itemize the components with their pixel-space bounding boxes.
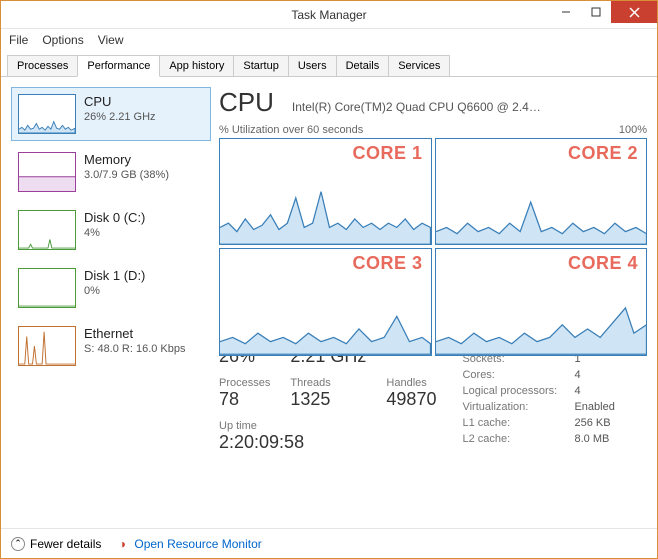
sidebar-ethernet-sub: S: 48.0 R: 16.0 Kbps (84, 343, 186, 355)
core-3-label: CORE 3 (352, 253, 422, 274)
uptime-label: Up time (219, 420, 436, 432)
sidebar-memory-sub: 3.0/7.9 GB (38%) (84, 169, 169, 181)
l2-lbl: L2 cache: (462, 432, 572, 446)
chart-label-left: % Utilization over 60 seconds (219, 124, 363, 136)
main-header: CPU Intel(R) Core(TM)2 Quad CPU Q6600 @ … (219, 87, 647, 118)
tab-users[interactable]: Users (288, 55, 337, 76)
l1-val: 256 KB (574, 416, 626, 430)
cpu-thumb-icon (18, 94, 76, 134)
sidebar-cpu-name: CPU (84, 94, 156, 109)
core-4-chart[interactable]: CORE 4 (435, 248, 648, 355)
window-controls (551, 1, 657, 23)
l1-lbl: L1 cache: (462, 416, 572, 430)
chart-label: % Utilization over 60 seconds 100% (219, 124, 647, 136)
menu-view[interactable]: View (98, 33, 124, 47)
tab-processes[interactable]: Processes (7, 55, 78, 76)
virt-lbl: Virtualization: (462, 400, 572, 414)
hnd-value: 49870 (386, 389, 436, 410)
sidebar-item-ethernet[interactable]: Ethernet S: 48.0 R: 16.0 Kbps (11, 319, 211, 373)
chevron-up-icon: ⌃ (11, 537, 25, 551)
hnd-label: Handles (386, 377, 436, 389)
sidebar-ethernet-name: Ethernet (84, 326, 186, 341)
sidebar: CPU 26% 2.21 GHz Memory 3.0/7.9 GB (38%) (11, 87, 211, 524)
tab-services[interactable]: Services (388, 55, 450, 76)
memory-thumb-icon (18, 152, 76, 192)
tab-performance[interactable]: Performance (77, 55, 160, 77)
thr-label: Threads (290, 377, 366, 389)
body: CPU 26% 2.21 GHz Memory 3.0/7.9 GB (38%) (1, 77, 657, 528)
core-2-chart[interactable]: CORE 2 (435, 138, 648, 245)
tabs: Processes Performance App history Startu… (1, 51, 657, 77)
virt-val: Enabled (574, 400, 626, 414)
cores-lbl: Cores: (462, 368, 572, 382)
sidebar-item-memory[interactable]: Memory 3.0/7.9 GB (38%) (11, 145, 211, 199)
core-2-label: CORE 2 (568, 143, 638, 164)
footer: ⌃ Fewer details ◑ Open Resource Monitor (1, 528, 657, 558)
core-charts: CORE 1 CORE 2 CORE 3 CORE 4 (219, 138, 647, 320)
tab-startup[interactable]: Startup (233, 55, 288, 76)
sidebar-item-disk1[interactable]: Disk 1 (D:) 0% (11, 261, 211, 315)
uptime-value: 2:20:09:58 (219, 432, 436, 453)
main-title: CPU (219, 87, 274, 118)
minimize-button[interactable] (551, 1, 581, 23)
sidebar-disk0-sub: 4% (84, 227, 145, 239)
resource-monitor-label: Open Resource Monitor (134, 537, 261, 551)
sidebar-item-cpu[interactable]: CPU 26% 2.21 GHz (11, 87, 211, 141)
lps-val: 4 (574, 384, 626, 398)
sidebar-disk1-name: Disk 1 (D:) (84, 268, 145, 283)
lps-lbl: Logical processors: (462, 384, 572, 398)
menu-file[interactable]: File (9, 33, 28, 47)
tab-details[interactable]: Details (336, 55, 390, 76)
sidebar-item-disk0[interactable]: Disk 0 (C:) 4% (11, 203, 211, 257)
proc-label: Processes (219, 377, 270, 389)
thr-value: 1325 (290, 389, 366, 410)
task-manager-window: Task Manager File Options View Processes… (0, 0, 658, 559)
titlebar[interactable]: Task Manager (1, 1, 657, 29)
cores-val: 4 (574, 368, 626, 382)
disk0-thumb-icon (18, 210, 76, 250)
sidebar-memory-name: Memory (84, 152, 169, 167)
fewer-details-label: Fewer details (30, 537, 101, 551)
sidebar-disk1-sub: 0% (84, 285, 145, 297)
sidebar-cpu-sub: 26% 2.21 GHz (84, 111, 156, 123)
ethernet-thumb-icon (18, 326, 76, 366)
proc-value: 78 (219, 389, 270, 410)
disk1-thumb-icon (18, 268, 76, 308)
cpu-model: Intel(R) Core(TM)2 Quad CPU Q6600 @ 2.4… (292, 100, 647, 114)
core-1-chart[interactable]: CORE 1 (219, 138, 432, 245)
chart-label-right: 100% (619, 124, 647, 136)
menu-options[interactable]: Options (42, 33, 83, 47)
core-1-label: CORE 1 (352, 143, 422, 164)
open-resource-monitor-link[interactable]: ◑ Open Resource Monitor (115, 537, 261, 551)
window-title: Task Manager (291, 8, 366, 22)
resource-monitor-icon: ◑ (115, 537, 129, 551)
core-4-label: CORE 4 (568, 253, 638, 274)
sidebar-disk0-name: Disk 0 (C:) (84, 210, 145, 225)
fewer-details-button[interactable]: ⌃ Fewer details (11, 537, 101, 551)
l2-val: 8.0 MB (574, 432, 626, 446)
core-3-chart[interactable]: CORE 3 (219, 248, 432, 355)
menubar: File Options View (1, 29, 657, 51)
close-button[interactable] (611, 1, 657, 23)
tab-apphistory[interactable]: App history (159, 55, 234, 76)
maximize-button[interactable] (581, 1, 611, 23)
main-panel: CPU Intel(R) Core(TM)2 Quad CPU Q6600 @ … (219, 87, 647, 524)
